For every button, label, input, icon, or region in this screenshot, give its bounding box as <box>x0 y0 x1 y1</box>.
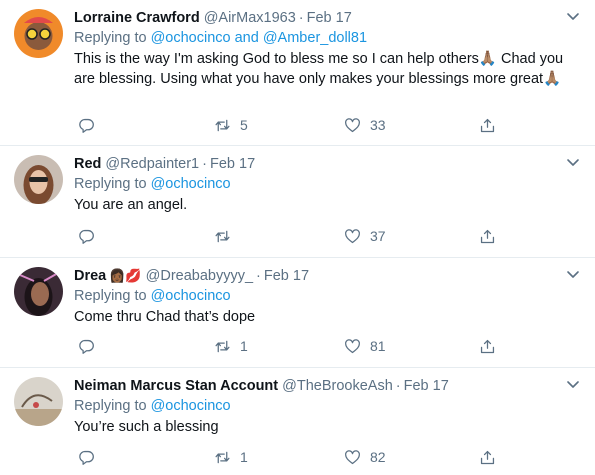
share-button[interactable] <box>479 115 496 135</box>
avatar[interactable] <box>14 377 63 426</box>
display-name[interactable]: Neiman Marcus Stan Account <box>74 378 278 394</box>
like-icon <box>344 449 361 466</box>
chevron-down-icon[interactable] <box>565 266 581 282</box>
user-handle[interactable]: @AirMax1963 <box>204 10 296 26</box>
tweet-actions: 5 33 <box>74 115 574 135</box>
tweet-date[interactable]: Feb 17 <box>404 378 449 394</box>
tweet[interactable]: Neiman Marcus Stan Account @TheBrookeAsh ·… <box>0 368 595 475</box>
replying-prefix: Replying to <box>74 398 147 414</box>
retweet-icon <box>214 228 231 245</box>
display-name[interactable]: Lorraine Crawford <box>74 10 200 26</box>
retweet-icon <box>214 338 231 355</box>
share-button[interactable] <box>479 447 496 467</box>
chevron-down-icon[interactable] <box>565 8 581 24</box>
like-count: 33 <box>370 117 386 133</box>
reply-icon <box>78 449 95 466</box>
share-button[interactable] <box>479 336 496 356</box>
retweet-icon <box>214 117 231 134</box>
reply-button[interactable] <box>78 336 104 356</box>
retweet-icon <box>214 449 231 466</box>
tweet-actions: 37 <box>74 226 574 246</box>
tweet-date[interactable]: Feb 17 <box>264 268 309 284</box>
tweet-text: You’re such a blessing <box>74 419 219 435</box>
like-icon <box>344 338 361 355</box>
tweet-actions: 1 82 <box>74 447 574 467</box>
tweet[interactable]: Drea 👩🏾💋 @Dreababyyyy_ · Feb 17 Replying to … <box>0 258 595 368</box>
replying-mentions[interactable]: @ochocinco <box>151 176 231 192</box>
reply-button[interactable] <box>78 226 104 246</box>
retweet-button[interactable]: 1 <box>214 447 248 467</box>
share-icon <box>479 338 496 355</box>
avatar[interactable] <box>14 267 63 316</box>
display-name[interactable]: Drea <box>74 268 106 284</box>
like-button[interactable]: 81 <box>344 336 386 356</box>
replying-mentions[interactable]: @ochocinco <box>151 288 231 304</box>
display-name[interactable]: Red <box>74 156 101 172</box>
replying-prefix: Replying to <box>74 176 147 192</box>
user-handle[interactable]: @Redpainter1 <box>105 156 199 172</box>
tweet-text: This is the way I'm asking God to bless … <box>74 51 564 87</box>
tweet-actions: 1 81 <box>74 336 574 356</box>
avatar[interactable] <box>14 9 63 58</box>
separator-dot: · <box>256 268 261 284</box>
like-icon <box>344 228 361 245</box>
chevron-down-icon[interactable] <box>565 376 581 392</box>
like-button[interactable]: 33 <box>344 115 386 135</box>
name-emoji: 👩🏾💋 <box>109 268 142 283</box>
reply-icon <box>78 117 95 134</box>
replying-prefix: Replying to <box>74 30 147 46</box>
replying-to: Replying to @ochocinco <box>74 174 565 194</box>
retweet-count: 5 <box>240 117 248 133</box>
like-count: 81 <box>370 338 386 354</box>
tweet[interactable]: Red @Redpainter1 · Feb 17 Replying to @ocho… <box>0 146 595 258</box>
tweet-text: You are an angel. <box>74 197 188 213</box>
tweet-text: Come thru Chad that’s dope <box>74 309 256 325</box>
reply-button[interactable] <box>78 115 104 135</box>
replying-prefix: Replying to <box>74 288 147 304</box>
chevron-down-icon[interactable] <box>565 154 581 170</box>
share-icon <box>479 117 496 134</box>
user-handle[interactable]: @Dreababyyyy_ <box>146 268 253 284</box>
retweet-button[interactable]: 1 <box>214 336 248 356</box>
replying-to: Replying to @ochocinco <box>74 396 565 416</box>
retweet-button[interactable] <box>214 226 240 246</box>
separator-dot: · <box>202 156 207 172</box>
retweet-count: 1 <box>240 449 248 465</box>
reply-button[interactable] <box>78 447 104 467</box>
share-button[interactable] <box>479 226 496 246</box>
share-icon <box>479 228 496 245</box>
reply-feed: Lorraine Crawford @AirMax1963 · Feb 17 Repl… <box>0 0 595 475</box>
replying-to: Replying to @ochocinco <box>74 286 565 306</box>
reply-icon <box>78 228 95 245</box>
tweet[interactable]: Lorraine Crawford @AirMax1963 · Feb 17 Repl… <box>0 0 595 146</box>
avatar[interactable] <box>14 155 63 204</box>
replying-mentions[interactable]: @ochocinco and @Amber_doll81 <box>151 30 367 46</box>
like-icon <box>344 117 361 134</box>
tweet-date[interactable]: Feb 17 <box>210 156 255 172</box>
separator-dot: · <box>298 10 304 26</box>
like-button[interactable]: 82 <box>344 447 386 467</box>
separator-dot: · <box>395 378 401 394</box>
retweet-button[interactable]: 5 <box>214 115 248 135</box>
like-count: 37 <box>370 228 386 244</box>
replying-to: Replying to @ochocinco and @Amber_doll81 <box>74 28 565 48</box>
replying-mentions[interactable]: @ochocinco <box>151 398 231 414</box>
retweet-count: 1 <box>240 338 248 354</box>
like-button[interactable]: 37 <box>344 226 386 246</box>
like-count: 82 <box>370 449 386 465</box>
share-icon <box>479 449 496 466</box>
tweet-date[interactable]: Feb 17 <box>307 10 352 26</box>
reply-icon <box>78 338 95 355</box>
user-handle[interactable]: @TheBrookeAsh <box>282 378 393 394</box>
